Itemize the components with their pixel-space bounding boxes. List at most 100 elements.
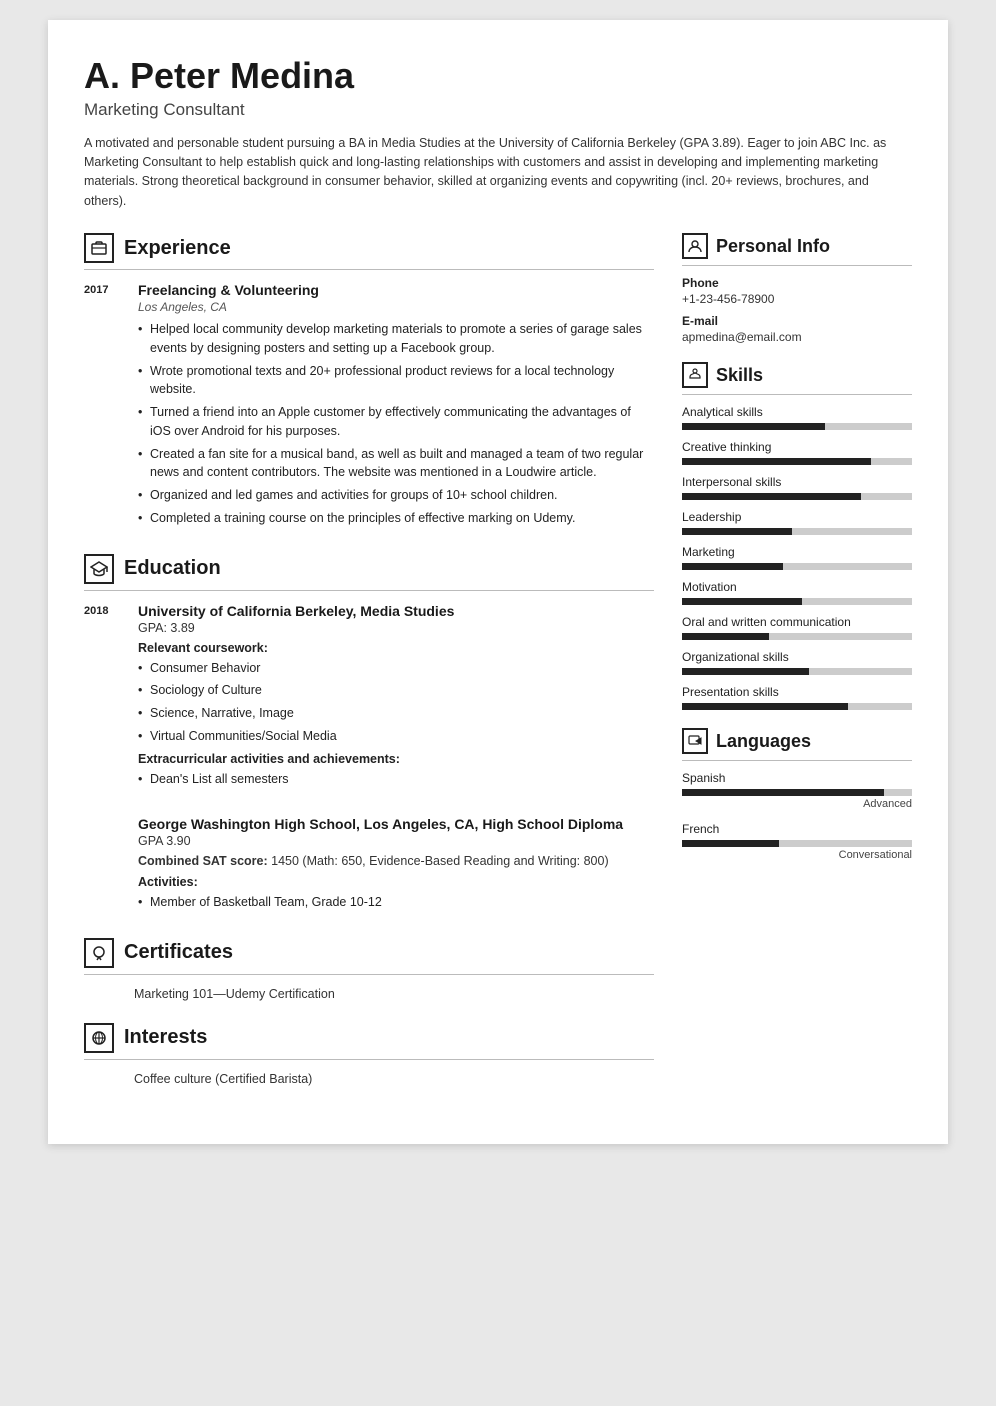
education-gpa: GPA: 3.89 — [138, 621, 654, 635]
skill-row: Organizational skills — [682, 650, 912, 675]
sat-value: 1450 (Math: 650, Evidence-Based Reading … — [271, 854, 608, 868]
skill-bar-bg — [682, 668, 912, 675]
certificates-header: Certificates — [84, 938, 654, 968]
candidate-summary: A motivated and personable student pursu… — [84, 134, 912, 212]
language-name: Spanish — [682, 771, 912, 785]
experience-year: 2017 — [84, 282, 120, 532]
skill-bar-bg — [682, 458, 912, 465]
experience-bullet: Turned a friend into an Apple customer b… — [138, 403, 654, 441]
header: A. Peter Medina Marketing Consultant A m… — [84, 56, 912, 211]
skill-bar-bg — [682, 528, 912, 535]
coursework-list: Consumer BehaviorSociology of CultureSci… — [138, 659, 654, 746]
extra-list: Dean's List all semesters — [138, 770, 654, 789]
experience-content: Freelancing & Volunteering Los Angeles, … — [138, 282, 654, 532]
education-title: Education — [124, 557, 221, 580]
skill-name: Organizational skills — [682, 650, 912, 664]
skill-bar-fill — [682, 563, 783, 570]
resume-container: A. Peter Medina Marketing Consultant A m… — [48, 20, 948, 1144]
language-bar-bg — [682, 789, 912, 796]
languages-section: Languages Spanish Advanced French Conver… — [682, 728, 912, 861]
hs-name: George Washington High School, Los Angel… — [138, 816, 654, 832]
extra-item: Dean's List all semesters — [138, 770, 654, 789]
skill-row: Creative thinking — [682, 440, 912, 465]
certificates-title: Certificates — [124, 941, 233, 964]
language-level: Advanced — [682, 798, 912, 810]
hs-sat: Combined SAT score: 1450 (Math: 650, Evi… — [138, 852, 654, 871]
coursework-item: Virtual Communities/Social Media — [138, 727, 654, 746]
skill-bar-bg — [682, 493, 912, 500]
languages-title: Languages — [716, 731, 811, 752]
skill-bar-bg — [682, 423, 912, 430]
language-name: French — [682, 822, 912, 836]
languages-list: Spanish Advanced French Conversational — [682, 771, 912, 861]
sat-label: Combined SAT score: — [138, 854, 268, 868]
skill-name: Leadership — [682, 510, 912, 524]
coursework-item: Consumer Behavior — [138, 659, 654, 678]
skill-name: Analytical skills — [682, 405, 912, 419]
skill-name: Oral and written communication — [682, 615, 912, 629]
skills-section: Skills Analytical skills Creative thinki… — [682, 362, 912, 710]
interests-title: Interests — [124, 1026, 207, 1049]
coursework-item: Sociology of Culture — [138, 681, 654, 700]
activity-item: Member of Basketball Team, Grade 10-12 — [138, 893, 654, 912]
language-bar-fill — [682, 789, 884, 796]
skills-icon — [682, 362, 708, 388]
experience-bullet: Created a fan site for a musical band, a… — [138, 445, 654, 483]
left-column: Experience 2017 Freelancing & Volunteeri… — [84, 233, 654, 1108]
interests-section: Interests Coffee culture (Certified Bari… — [84, 1023, 654, 1086]
skill-name: Presentation skills — [682, 685, 912, 699]
education-entry-hs: George Washington High School, Los Angel… — [84, 802, 654, 916]
skill-bar-fill — [682, 423, 825, 430]
skill-row: Interpersonal skills — [682, 475, 912, 500]
experience-section: Experience 2017 Freelancing & Volunteeri… — [84, 233, 654, 532]
languages-icon — [682, 728, 708, 754]
skill-bar-bg — [682, 598, 912, 605]
education-icon — [84, 554, 114, 584]
activities-list: Member of Basketball Team, Grade 10-12 — [138, 893, 654, 912]
education-year: 2018 — [84, 603, 120, 793]
education-section: Education 2018 University of California … — [84, 554, 654, 916]
main-layout: Experience 2017 Freelancing & Volunteeri… — [84, 233, 912, 1108]
certificates-icon — [84, 938, 114, 968]
experience-header: Experience — [84, 233, 654, 263]
skill-row: Presentation skills — [682, 685, 912, 710]
experience-bullets: Helped local community develop marketing… — [138, 320, 654, 528]
skill-name: Motivation — [682, 580, 912, 594]
education-entry-university: 2018 University of California Berkeley, … — [84, 603, 654, 793]
interests-item: Coffee culture (Certified Barista) — [84, 1072, 654, 1086]
phone-label: Phone — [682, 276, 912, 290]
skill-row: Oral and written communication — [682, 615, 912, 640]
skill-row: Analytical skills — [682, 405, 912, 430]
email-value: apmedina@email.com — [682, 330, 912, 344]
phone-value: +1-23-456-78900 — [682, 292, 912, 306]
experience-entry: 2017 Freelancing & Volunteering Los Ange… — [84, 282, 654, 532]
candidate-title: Marketing Consultant — [84, 100, 912, 120]
personal-info-icon — [682, 233, 708, 259]
interests-icon — [84, 1023, 114, 1053]
education-uni-content: University of California Berkeley, Media… — [138, 603, 654, 793]
extra-label: Extracurricular activities and achieveme… — [138, 752, 654, 766]
personal-info-title: Personal Info — [716, 236, 830, 257]
skill-name: Marketing — [682, 545, 912, 559]
skill-bar-bg — [682, 563, 912, 570]
skills-list: Analytical skills Creative thinking Inte… — [682, 405, 912, 710]
language-row: French Conversational — [682, 822, 912, 861]
certificates-section: Certificates Marketing 101—Udemy Certifi… — [84, 938, 654, 1001]
skill-bar-fill — [682, 458, 871, 465]
skill-row: Marketing — [682, 545, 912, 570]
right-column: Personal Info Phone +1-23-456-78900 E-ma… — [682, 233, 912, 1108]
personal-info-section: Personal Info Phone +1-23-456-78900 E-ma… — [682, 233, 912, 344]
hs-content: George Washington High School, Los Angel… — [138, 802, 654, 916]
skills-header: Skills — [682, 362, 912, 388]
skill-bar-fill — [682, 493, 861, 500]
certificate-item: Marketing 101—Udemy Certification — [84, 987, 654, 1001]
skill-bar-fill — [682, 668, 809, 675]
skill-name: Creative thinking — [682, 440, 912, 454]
candidate-name: A. Peter Medina — [84, 56, 912, 96]
skills-title: Skills — [716, 365, 763, 386]
skill-row: Leadership — [682, 510, 912, 535]
language-bar-bg — [682, 840, 912, 847]
activities-label: Activities: — [138, 875, 654, 889]
language-level: Conversational — [682, 849, 912, 861]
email-label: E-mail — [682, 314, 912, 328]
